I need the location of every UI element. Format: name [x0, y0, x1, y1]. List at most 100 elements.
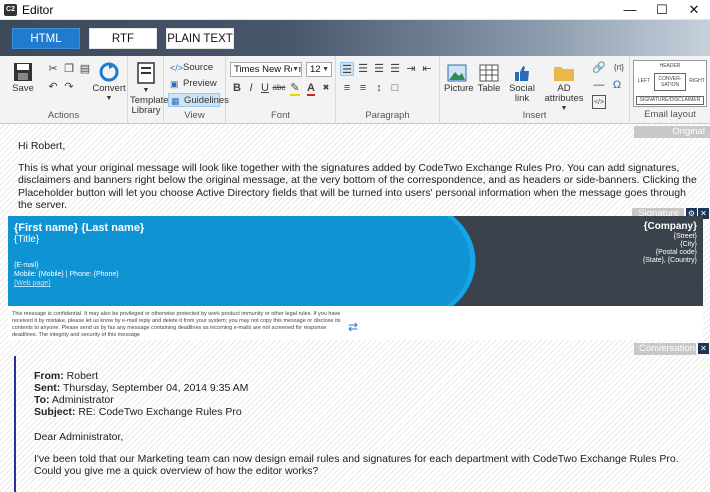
chevron-down-icon: ▼	[105, 95, 113, 102]
justify-icon[interactable]: ☰	[388, 62, 402, 76]
signature-phones: Mobile: {Mobile} | Phone: {Phone}	[14, 271, 119, 278]
maximize-button[interactable]: ☐	[646, 0, 678, 20]
omega-icon[interactable]: Ω	[610, 78, 624, 92]
paragraph-group: ☰ ☰ ☰ ☰ ⇥ ⇤ ≡ ≡ ↕ □ Paragraph	[336, 56, 440, 124]
signature-name: {First name} {Last name}	[14, 222, 145, 234]
rt-placeholder-icon[interactable]: {rt}	[610, 61, 628, 75]
undo-icon[interactable]: ↶	[46, 80, 60, 94]
conversation-body: I've been told that our Marketing team c…	[34, 453, 679, 477]
signature-left-panel: {First name} {Last name} {Title} {E-mail…	[8, 216, 423, 306]
insert-group-label: Insert	[522, 110, 547, 121]
format-tab-rtf[interactable]: RTF	[89, 28, 157, 49]
view-source[interactable]: </> Source	[168, 61, 220, 75]
signature-web-link[interactable]: {Web page}	[14, 280, 50, 287]
layout-signature[interactable]: SIGNATURE/DISCLAIMER	[636, 96, 704, 105]
actions-group-label: Actions	[47, 110, 80, 121]
folder-icon	[554, 67, 574, 81]
indent-icon[interactable]: ⇥	[404, 62, 418, 76]
chevron-down-icon: ▼	[322, 66, 329, 73]
preview-icon: ▣	[170, 79, 179, 89]
conversation-tab: Conversation	[634, 343, 696, 355]
insert-social-link-button[interactable]: Social link	[508, 64, 536, 104]
layout-right[interactable]: RIGHT	[688, 78, 706, 84]
strikethrough-icon[interactable]: abc	[272, 81, 286, 95]
original-message[interactable]: Hi Robert, This is what your original me…	[18, 140, 698, 221]
line-spacing-icon[interactable]: ↕	[372, 81, 386, 95]
signature-address: {Street} {City} {Postal code} {State}, {…	[642, 233, 697, 264]
font-size-select[interactable]: 12 ▼	[306, 62, 332, 77]
format-tab-html[interactable]: HTML	[12, 28, 80, 49]
format-bar: HTML RTF PLAIN TEXT	[0, 20, 710, 56]
bold-icon[interactable]: B	[230, 81, 244, 95]
insert-picture-button[interactable]: Picture	[444, 64, 474, 94]
convert-icon	[99, 62, 119, 82]
signature-email: {E-mail}	[14, 262, 39, 269]
curve-decoration-icon	[423, 216, 483, 306]
close-icon[interactable]: ✕	[698, 343, 709, 354]
highlight-icon[interactable]: ✎	[288, 81, 302, 96]
cut-icon[interactable]: ✂	[46, 62, 60, 76]
window-title: Editor	[22, 3, 54, 17]
email-layout-label: Email layout	[644, 109, 696, 120]
original-greeting: Hi Robert,	[18, 140, 66, 152]
layout-left[interactable]: LEFT	[636, 78, 652, 84]
font-group: Times New Roman▼ 12▼ B I U abc ✎ A ✖ Fon…	[226, 56, 336, 124]
placeholder-icon[interactable]: </>	[592, 95, 606, 109]
italic-icon[interactable]: I	[244, 81, 258, 95]
signature-block[interactable]: {First name} {Last name} {Title} {E-mail…	[8, 216, 703, 340]
signature-title: {Title}	[14, 234, 40, 245]
view-preview[interactable]: ▣ Preview	[168, 77, 220, 91]
close-button[interactable]: ✕	[678, 0, 710, 20]
minimize-button[interactable]: —	[614, 0, 646, 20]
view-group: </> Source ▣ Preview ▦ Guidelines View	[164, 56, 229, 124]
guidelines-icon: ▦	[171, 96, 180, 106]
source-icon: </>	[170, 63, 184, 73]
redo-icon[interactable]: ↷	[62, 80, 76, 94]
insert-table-button[interactable]: Table	[476, 64, 502, 94]
editor-canvas[interactable]: Original message Hi Robert, This is what…	[0, 124, 710, 492]
email-layout-selector[interactable]: HEADER LEFT CONVER- SATION RIGHT SIGNATU…	[633, 60, 707, 107]
ribbon: Save ✂ ❐ ▤ ↶ ↷ Convert ▼ Actions ▼ Templ…	[0, 56, 710, 124]
signature-curve-graphic	[423, 216, 483, 306]
insert-ad-attributes-button[interactable]: AD attributes ▼	[540, 64, 588, 114]
codetwo-logo-icon: ⇄	[348, 320, 359, 334]
view-guidelines[interactable]: ▦ Guidelines	[168, 93, 229, 107]
signature-company: {Company}	[643, 221, 697, 232]
conversation-greeting: Dear Administrator,	[34, 431, 124, 443]
view-group-label: View	[184, 110, 205, 121]
save-icon	[14, 63, 32, 81]
paste-icon[interactable]: ▤	[78, 62, 92, 76]
font-group-label: Font	[270, 110, 290, 121]
layout-conversation[interactable]: CONVER- SATION	[654, 73, 686, 91]
convert-button[interactable]: Convert ▼	[92, 62, 126, 104]
outdent-icon[interactable]: ⇤	[420, 62, 434, 76]
bullet-list-icon[interactable]: ≡	[340, 81, 354, 95]
clear-format-icon[interactable]: ✖	[319, 81, 333, 95]
template-library-group: ▼ Template Library	[128, 56, 169, 124]
numbered-list-icon[interactable]: ≡	[356, 81, 370, 95]
font-family-select[interactable]: Times New Roman▼	[230, 62, 302, 77]
link-icon[interactable]: 🔗	[592, 61, 606, 75]
template-icon	[137, 62, 155, 84]
format-tab-plain-text[interactable]: PLAIN TEXT	[166, 28, 234, 49]
copy-icon[interactable]: ❐	[62, 62, 76, 76]
font-color-icon[interactable]: A	[304, 81, 318, 96]
layout-header[interactable]: HEADER	[634, 63, 706, 69]
align-left-icon[interactable]: ☰	[340, 62, 354, 76]
template-library-button[interactable]: ▼ Template Library	[130, 62, 169, 116]
thumbs-up-icon	[515, 66, 529, 81]
border-icon[interactable]: □	[388, 81, 402, 95]
conversation-headers: From: Robert Sent: Thursday, September 0…	[34, 370, 249, 418]
underline-icon[interactable]: U	[258, 81, 272, 95]
table-icon	[479, 64, 499, 82]
chevron-down-icon: ▼	[292, 63, 299, 76]
conversation-block[interactable]: From: Robert Sent: Thursday, September 0…	[14, 356, 694, 492]
align-right-icon[interactable]: ☰	[372, 62, 386, 76]
title-bar: C2 Editor — ☐ ✕	[0, 0, 710, 20]
align-center-icon[interactable]: ☰	[356, 62, 370, 76]
save-button[interactable]: Save	[8, 62, 38, 94]
actions-group: Save ✂ ❐ ▤ ↶ ↷ Convert ▼ Actions	[0, 56, 128, 124]
horizontal-line-icon[interactable]: —	[592, 78, 606, 92]
original-message-tab: Original message	[634, 126, 710, 149]
app-icon: C2	[4, 4, 17, 16]
